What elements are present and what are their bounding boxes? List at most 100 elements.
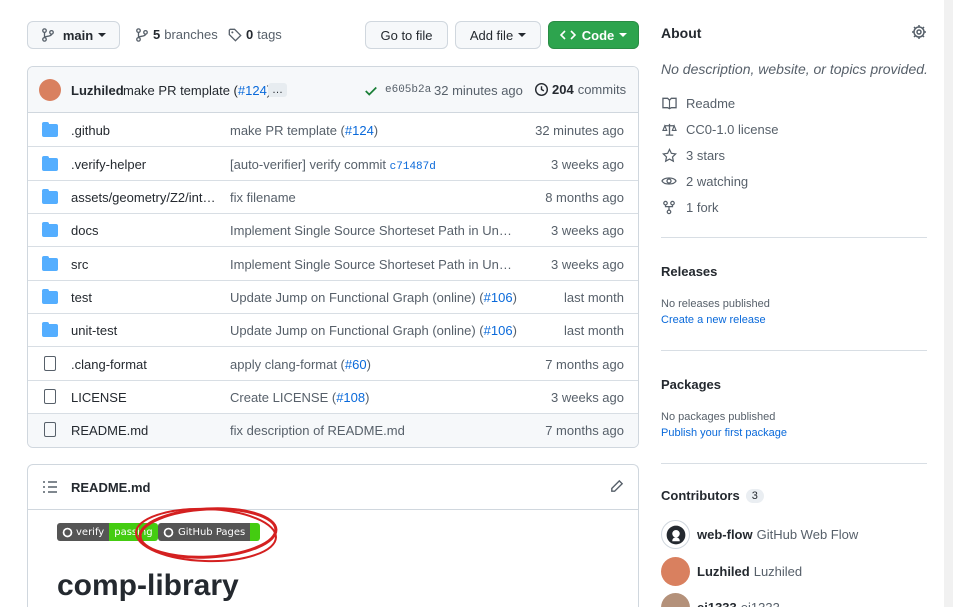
readme-heading: comp-library — [57, 569, 239, 602]
file-commit-message[interactable]: Implement Single Source Shorteset Path i… — [230, 257, 520, 272]
commit-expand-button[interactable]: … — [268, 83, 287, 97]
file-age: 8 months ago — [545, 190, 624, 205]
avatar[interactable] — [661, 593, 690, 607]
file-commit-end: ) — [512, 323, 517, 338]
avatar[interactable] — [661, 557, 690, 586]
file-name[interactable]: assets/geometry/Z2/int… — [71, 190, 216, 205]
avatar[interactable] — [661, 520, 690, 549]
file-name[interactable]: .github — [71, 123, 216, 138]
commit-author[interactable]: Luzhiled — [71, 83, 124, 98]
branches-link[interactable]: 5 branches — [135, 27, 218, 42]
publish-package-link[interactable]: Publish your first package — [661, 427, 787, 439]
file-row[interactable]: .clang-format apply clang-format (#60) 7… — [28, 348, 638, 381]
code-button[interactable]: Code — [548, 21, 639, 49]
about-forks-label: 1 fork — [686, 199, 719, 215]
contributor-row[interactable]: web-flow GitHub Web Flow — [661, 520, 858, 549]
about-readme[interactable]: Readme — [661, 95, 735, 111]
file-commit-ref[interactable]: #124 — [345, 123, 374, 138]
verify-badge-left: verify — [57, 523, 110, 541]
packages-title[interactable]: Packages — [661, 377, 721, 392]
file-commit-message[interactable]: [auto-verifier] verify commit c71487d — [230, 157, 520, 173]
commit-message[interactable]: make PR template (#124) — [123, 83, 271, 98]
commits-history-link[interactable]: 204 commits — [534, 82, 626, 97]
file-commit-ref[interactable]: #106 — [484, 323, 513, 338]
contributors-count-badge: 3 — [745, 488, 764, 503]
file-commit-ref[interactable]: #106 — [484, 290, 513, 305]
about-stars[interactable]: 3 stars — [661, 147, 725, 163]
file-row[interactable]: README.md fix description of README.md 7… — [28, 414, 638, 447]
branch-icon — [41, 28, 54, 42]
readme-filename: README.md — [71, 480, 151, 495]
file-name[interactable]: docs — [71, 223, 216, 238]
file-row[interactable]: assets/geometry/Z2/int… fix filename 8 m… — [28, 181, 638, 214]
file-row[interactable]: .verify-helper [auto-verifier] verify co… — [28, 148, 638, 181]
file-name[interactable]: unit-test — [71, 323, 216, 338]
file-commit-message[interactable]: Create LICENSE (#108) — [230, 390, 520, 405]
list-icon[interactable] — [42, 480, 58, 494]
file-commit-text: [auto-verifier] verify commit — [230, 157, 390, 172]
file-commit-ref[interactable]: #60 — [345, 357, 367, 372]
file-row[interactable]: src Implement Single Source Shorteset Pa… — [28, 248, 638, 281]
file-icon — [44, 422, 56, 437]
file-commit-end: ) — [373, 123, 379, 138]
scrollbar-track[interactable] — [944, 0, 953, 607]
contributor-name: GitHub Web Flow — [756, 527, 859, 542]
contributor-login: ei1333 — [697, 600, 737, 607]
file-age: 3 weeks ago — [551, 223, 624, 238]
chevron-down-icon — [98, 33, 107, 37]
latest-commit-bar: Luzhiled make PR template (#124) … e605b… — [28, 67, 638, 113]
add-file-button[interactable]: Add file — [455, 21, 541, 49]
file-name[interactable]: README.md — [71, 423, 216, 438]
file-commit-message[interactable]: Update Jump on Functional Graph (online)… — [230, 290, 520, 305]
go-to-file-button[interactable]: Go to file — [365, 21, 448, 49]
releases-title[interactable]: Releases — [661, 264, 717, 279]
github-icon — [666, 525, 685, 544]
file-row[interactable]: unit-test Update Jump on Functional Grap… — [28, 314, 638, 347]
create-release-link[interactable]: Create a new release — [661, 314, 766, 326]
branch-select-button[interactable]: main — [27, 21, 120, 49]
file-age: 3 weeks ago — [551, 257, 624, 272]
contributor-row[interactable]: ei1333 ei1333 — [661, 593, 780, 607]
branches-count: 5 — [153, 27, 161, 42]
about-forks[interactable]: 1 fork — [661, 199, 719, 215]
about-stars-label: 3 stars — [686, 147, 726, 163]
add-file-label: Add file — [469, 27, 514, 43]
file-commit-end: ) — [365, 390, 370, 405]
file-commit-ref[interactable]: #108 — [336, 390, 365, 405]
commit-hash[interactable]: e605b2a — [385, 84, 431, 96]
file-icon — [44, 389, 56, 404]
file-commit-message[interactable]: Update Jump on Functional Graph (online)… — [230, 323, 520, 338]
red-circle-annotation — [135, 507, 278, 563]
contributor-name: Luzhiled — [753, 564, 803, 579]
file-commit-hash[interactable]: c71487d — [390, 161, 436, 173]
file-commit-message[interactable]: fix filename — [230, 190, 520, 205]
file-name[interactable]: src — [71, 257, 216, 272]
contributors-title[interactable]: Contributors 3 — [661, 488, 764, 503]
file-name[interactable]: .clang-format — [71, 357, 216, 372]
file-row[interactable]: test Update Jump on Functional Graph (on… — [28, 281, 638, 314]
file-row[interactable]: docs Implement Single Source Shorteset P… — [28, 214, 638, 247]
chevron-down-icon — [518, 33, 527, 37]
pencil-icon[interactable] — [609, 479, 624, 494]
packages-empty: No packages published — [661, 411, 776, 423]
about-license[interactable]: CC0-1.0 license — [661, 121, 779, 137]
file-commit-message[interactable]: make PR template (#124) — [230, 123, 520, 138]
file-commit-text: Update Jump on Functional Graph (online)… — [230, 290, 484, 305]
file-name[interactable]: test — [71, 290, 216, 305]
tags-link[interactable]: 0 tags — [228, 27, 282, 42]
file-name[interactable]: .verify-helper — [71, 157, 216, 172]
avatar[interactable] — [39, 79, 61, 101]
file-row[interactable]: .github make PR template (#124) 32 minut… — [28, 114, 638, 147]
about-description: No description, website, or topics provi… — [661, 61, 928, 77]
tag-icon — [228, 28, 242, 42]
file-icon — [44, 356, 56, 371]
file-commit-message[interactable]: Implement Single Source Shorteset Path i… — [230, 223, 520, 238]
file-commit-message[interactable]: fix description of README.md — [230, 423, 520, 438]
commit-pr-link[interactable]: #124 — [238, 83, 267, 98]
file-commit-message[interactable]: apply clang-format (#60) — [230, 357, 520, 372]
contributor-row[interactable]: Luzhiled Luzhiled — [661, 557, 802, 586]
about-watching[interactable]: 2 watching — [661, 173, 748, 189]
gear-icon[interactable] — [911, 24, 927, 40]
file-row[interactable]: LICENSE Create LICENSE (#108) 3 weeks ag… — [28, 381, 638, 414]
file-name[interactable]: LICENSE — [71, 390, 216, 405]
